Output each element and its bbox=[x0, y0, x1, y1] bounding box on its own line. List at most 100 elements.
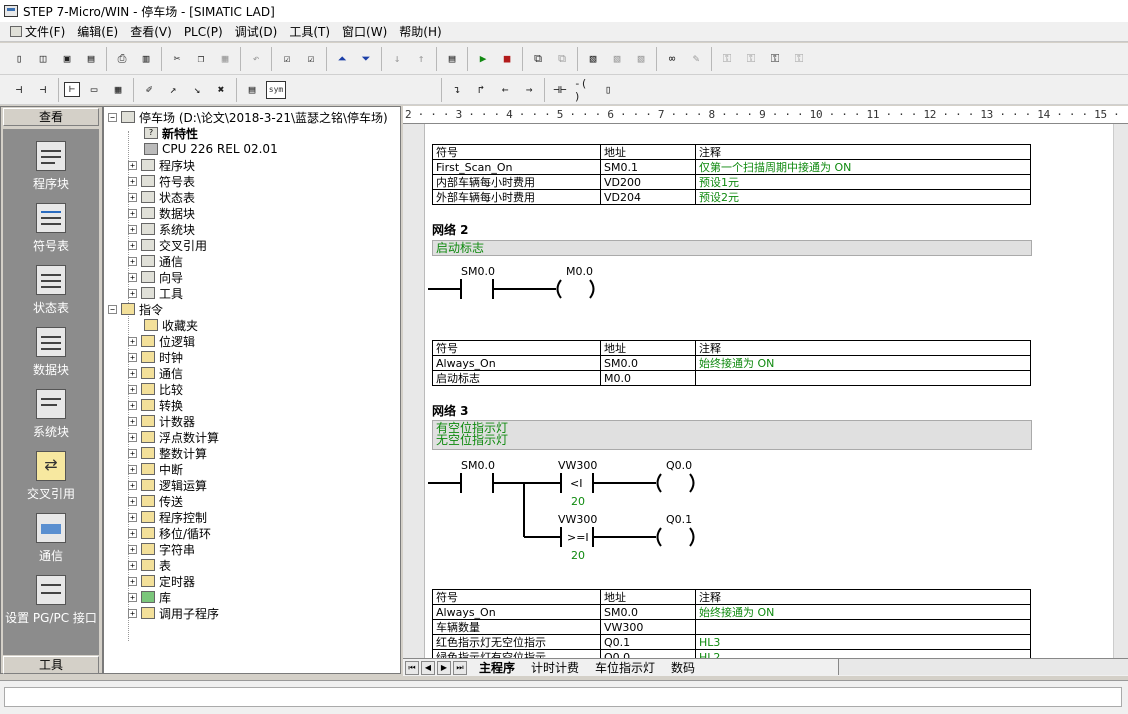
trend-icon[interactable]: ∞ bbox=[662, 49, 682, 69]
nav-item-status-chart[interactable]: 状态表 bbox=[3, 265, 99, 316]
expand-icon[interactable]: + bbox=[128, 432, 137, 442]
nav-item-program-block[interactable]: 程序块 bbox=[3, 141, 99, 192]
prev-bookmark-icon[interactable]: ↘ bbox=[187, 80, 207, 100]
compile-all-icon[interactable]: ☑ bbox=[301, 49, 321, 69]
last-tab-icon[interactable]: ⏭ bbox=[453, 660, 467, 675]
first-tab-icon[interactable]: ⏮ bbox=[405, 660, 419, 675]
expand-icon[interactable]: + bbox=[128, 352, 137, 362]
tree-item[interactable]: + 比较 bbox=[128, 381, 183, 397]
tree-item[interactable]: + 数据块 bbox=[128, 205, 195, 221]
status-pause-icon[interactable]: ⧉ bbox=[552, 49, 572, 69]
expand-icon[interactable]: + bbox=[128, 384, 137, 394]
expand-icon[interactable]: + bbox=[128, 528, 137, 538]
nav-item-cross-reference[interactable]: ⇄ 交叉引用 bbox=[3, 451, 99, 502]
stop-icon[interactable]: ■ bbox=[497, 49, 517, 69]
expand-icon[interactable]: + bbox=[128, 608, 137, 618]
network-2-title[interactable]: 网络 2 bbox=[432, 221, 469, 238]
expand-icon[interactable]: + bbox=[128, 176, 137, 186]
expand-icon[interactable]: + bbox=[128, 448, 137, 458]
save-icon[interactable]: ▣ bbox=[57, 49, 77, 69]
tree-item[interactable]: + 库 bbox=[128, 589, 171, 605]
tree-item[interactable]: + 时钟 bbox=[128, 349, 183, 365]
menu-debug[interactable]: 调试(D) bbox=[229, 23, 284, 40]
nav-item-system-block[interactable]: 系统块 bbox=[3, 389, 99, 440]
apply-symbols-icon[interactable]: ▤ bbox=[242, 80, 262, 100]
nav-item-set-pg-pc-interface[interactable]: 设置 PG/PC 接口 bbox=[3, 575, 99, 626]
coil-icon[interactable]: -( ) bbox=[574, 77, 594, 103]
nav-item-data-block[interactable]: 数据块 bbox=[3, 327, 99, 378]
chart-pause-icon[interactable]: ▧ bbox=[607, 49, 627, 69]
toggle-addressing-icon[interactable]: ▭ bbox=[84, 80, 104, 100]
new-icon[interactable]: ▯ bbox=[9, 49, 29, 69]
expand-icon[interactable]: + bbox=[128, 560, 137, 570]
tree-item[interactable]: + 调用子程序 bbox=[128, 605, 219, 621]
tree-item[interactable]: + 位逻辑 bbox=[128, 333, 195, 349]
undo-icon[interactable]: ↶ bbox=[246, 49, 266, 69]
tab-timing-billing[interactable]: 计时计费 bbox=[527, 659, 583, 676]
expand-icon[interactable]: + bbox=[128, 272, 137, 282]
copy-icon[interactable]: ❐ bbox=[191, 49, 211, 69]
cut-icon[interactable]: ✂ bbox=[167, 49, 187, 69]
menu-view[interactable]: 查看(V) bbox=[124, 23, 178, 40]
tree-item[interactable]: 收藏夹 bbox=[144, 317, 198, 333]
toggle-poe-icon[interactable]: ⊢ bbox=[64, 82, 80, 97]
delete-network-icon[interactable]: ⊣ bbox=[33, 80, 53, 100]
tree-item[interactable]: + 交叉引用 bbox=[128, 237, 207, 253]
force-icon[interactable]: ⚿ bbox=[717, 49, 737, 69]
vertical-scrollbar[interactable] bbox=[1113, 124, 1128, 658]
expand-icon[interactable]: + bbox=[128, 160, 137, 170]
nav-header-view[interactable]: 查看 bbox=[3, 108, 99, 126]
run-icon[interactable]: ▶ bbox=[473, 49, 493, 69]
unforce-icon[interactable]: ⚿ bbox=[741, 49, 761, 69]
line-left-icon[interactable]: ← bbox=[495, 80, 515, 100]
read-forced-icon[interactable]: ⚿ bbox=[789, 49, 809, 69]
tree-item[interactable]: + 程序块 bbox=[128, 157, 195, 173]
expand-icon[interactable]: + bbox=[128, 496, 137, 506]
expand-icon[interactable]: + bbox=[128, 544, 137, 554]
tree-item[interactable]: + 向导 bbox=[128, 269, 183, 285]
remove-bookmarks-icon[interactable]: ✖ bbox=[211, 80, 231, 100]
sort-ascending-icon[interactable]: ↓ bbox=[387, 49, 407, 69]
menu-tools[interactable]: 工具(T) bbox=[283, 23, 336, 40]
single-read-icon[interactable]: ▧ bbox=[631, 49, 651, 69]
menu-help[interactable]: 帮助(H) bbox=[393, 23, 447, 40]
expand-icon[interactable]: + bbox=[128, 240, 137, 250]
contact-icon[interactable]: ⊣⊢ bbox=[550, 80, 570, 100]
write-force-icon[interactable]: ✎ bbox=[686, 49, 706, 69]
horizontal-scrollbar[interactable] bbox=[838, 659, 1128, 675]
compile-icon[interactable]: ☑ bbox=[277, 49, 297, 69]
nav-header-tools[interactable]: 工具 bbox=[3, 656, 99, 674]
expand-icon[interactable]: + bbox=[128, 464, 137, 474]
tree-item[interactable]: + 字符串 bbox=[128, 541, 195, 557]
tree-item[interactable]: + 系统块 bbox=[128, 221, 195, 237]
tree-item[interactable]: + 符号表 bbox=[128, 173, 195, 189]
expand-icon[interactable]: + bbox=[128, 576, 137, 586]
expand-icon[interactable]: + bbox=[128, 512, 137, 522]
menu-file[interactable]: 文件(F) bbox=[4, 23, 71, 40]
tree-item[interactable]: + 状态表 bbox=[128, 189, 195, 205]
expand-icon[interactable]: + bbox=[128, 480, 137, 490]
network-2-comment[interactable]: 启动标志 bbox=[432, 240, 1032, 256]
line-right-icon[interactable]: → bbox=[519, 80, 539, 100]
insert-network-icon[interactable]: ⊣ bbox=[9, 80, 29, 100]
toggle-table-icon[interactable]: ▦ bbox=[108, 80, 128, 100]
program-status-icon[interactable]: ⧉ bbox=[528, 49, 548, 69]
symbol-info-button[interactable]: sym bbox=[266, 80, 286, 99]
prev-tab-icon[interactable]: ◀ bbox=[421, 660, 435, 675]
tab-digits[interactable]: 数码 bbox=[667, 659, 699, 676]
next-bookmark-icon[interactable]: ↗ bbox=[163, 80, 183, 100]
expand-icon[interactable]: + bbox=[128, 592, 137, 602]
expand-icon[interactable]: + bbox=[128, 288, 137, 298]
tree-cpu[interactable]: CPU 226 REL 02.01 bbox=[144, 141, 278, 157]
menu-window[interactable]: 窗口(W) bbox=[336, 23, 393, 40]
chart-status-icon[interactable]: ▧ bbox=[583, 49, 603, 69]
network-3-title[interactable]: 网络 3 bbox=[432, 402, 469, 419]
print-preview-icon[interactable]: ▥ bbox=[136, 49, 156, 69]
toggle-bookmark-icon[interactable]: ✐ bbox=[139, 80, 159, 100]
tree-item[interactable]: + 表 bbox=[128, 557, 171, 573]
menu-edit[interactable]: 编辑(E) bbox=[71, 23, 124, 40]
tree-item[interactable]: + 逻辑运算 bbox=[128, 477, 207, 493]
line-up-icon[interactable]: ↱ bbox=[471, 80, 491, 100]
save-all-icon[interactable]: ▤ bbox=[81, 49, 101, 69]
nav-item-communications[interactable]: 通信 bbox=[3, 513, 99, 564]
